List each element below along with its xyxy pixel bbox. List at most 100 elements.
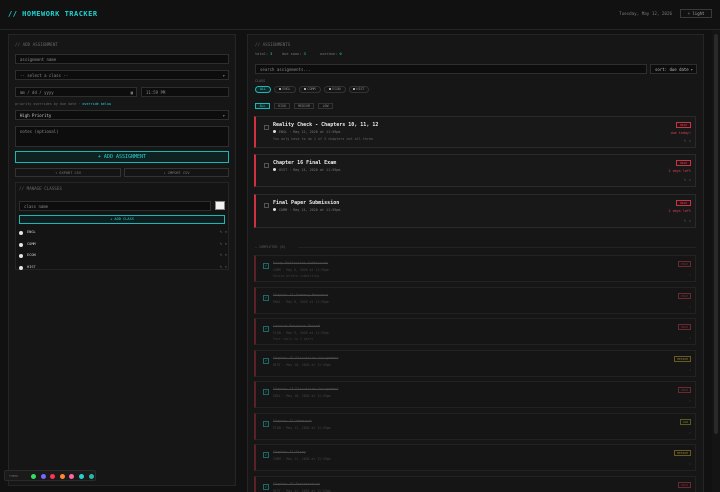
assignments-heading: // ASSIGNMENTS	[255, 42, 291, 47]
completed-heading[interactable]: — COMPLETED (8)	[255, 245, 286, 249]
checked-checkbox[interactable]: ✓	[263, 452, 269, 458]
class-filter-pill[interactable]: COMM	[299, 86, 321, 93]
delete-icon[interactable]: ✕	[689, 218, 691, 223]
completed-card: ✓ Chapter 10 Presentation HIST · May 11, 2…	[254, 475, 696, 492]
class-name-input[interactable]: class name	[19, 201, 211, 211]
priority-badge: HIGH	[676, 200, 691, 206]
class-filter-label: COMM	[307, 87, 316, 91]
priority-filter-tag[interactable]: ALL	[255, 103, 270, 109]
priority-filter-tag[interactable]: HIGH	[274, 103, 290, 109]
completed-meta: HIST · May 11, 2026 at 11:59pm	[273, 488, 331, 492]
priority-hint: priority overrides by due date · overrid…	[15, 102, 111, 106]
priority-badge: HIGH	[677, 261, 691, 267]
completed-divider	[298, 247, 696, 248]
notes-textarea[interactable]: notes (optional)	[15, 126, 229, 147]
due-date-input[interactable]: mm / dd / yyyy ▦	[15, 87, 137, 97]
checked-checkbox[interactable]: ✓	[263, 263, 269, 269]
theme-color-swatch[interactable]	[59, 474, 65, 479]
delete-icon[interactable]: ✕	[689, 399, 691, 403]
checked-checkbox[interactable]: ✓	[263, 483, 269, 490]
scrollbar-thumb[interactable]	[714, 34, 718, 434]
assignment-meta: ENGL · May 12, 2026 at 11:59pm	[273, 130, 340, 134]
priority-badge: HIGH	[677, 324, 691, 330]
theme-color-swatch[interactable]	[40, 474, 46, 479]
priority-filter-label: HIGH	[278, 104, 286, 108]
complete-checkbox[interactable]	[264, 203, 269, 208]
stat-total-label: total:	[255, 52, 268, 56]
completed-title: Chapter 15 Discussion Assignment	[273, 355, 339, 360]
priority-select[interactable]: High Priority ▾	[15, 110, 229, 120]
assignment-meta-text: COMM · May 14, 2026 at 11:59pm	[279, 208, 341, 212]
completed-meta: ENGL · May 10, 2026 at 11:59pm	[273, 394, 331, 398]
add-class-button[interactable]: + ADD CLASS	[19, 215, 225, 224]
delete-icon[interactable]: ✕	[225, 229, 227, 234]
stat-overdue-label: overdue:	[320, 52, 338, 56]
override-link[interactable]: override below	[82, 102, 111, 106]
assignment-card: Final Paper Submission COMM · May 14, 202…	[254, 194, 696, 228]
class-filter-pill[interactable]: ENGL	[274, 86, 296, 93]
stat-overdue: overdue: 0	[320, 52, 342, 56]
delete-icon[interactable]: ✕	[689, 177, 691, 182]
checked-checkbox[interactable]: ✓	[263, 357, 269, 364]
class-actions: ✎ ✕	[220, 264, 227, 269]
theme-color-swatch[interactable]	[31, 474, 36, 479]
calendar-icon[interactable]: ▦	[131, 88, 133, 97]
assignment-meta: HIST · May 14, 2026 at 11:59pm	[273, 168, 340, 172]
delete-icon[interactable]: ✕	[689, 273, 691, 277]
class-filter-pill[interactable]: ECON	[324, 86, 346, 93]
card-actions: ✎ ✕	[684, 177, 691, 182]
class-list-item: COMM ✎ ✕	[19, 241, 227, 249]
search-input[interactable]: search assignments...	[255, 64, 647, 74]
checked-checkbox[interactable]: ✓	[263, 326, 269, 332]
complete-checkbox[interactable]	[264, 163, 269, 168]
class-color-dot	[273, 130, 276, 133]
chevron-down-icon: ▾	[690, 67, 693, 72]
completed-meta: COMM · May 6, 2026 at 11:59pm	[273, 268, 329, 272]
import-csv-button[interactable]: ↓ IMPORT CSV	[124, 168, 229, 177]
class-filter-pill[interactable]: ALL	[255, 86, 271, 93]
theme-toggle-button[interactable]: ☼ light	[680, 9, 712, 18]
checked-checkbox[interactable]: ✓	[263, 389, 269, 395]
card-actions: ✕	[689, 462, 691, 466]
completed-card: ✓ Essay Reflection Submission COMM · May 6…	[254, 255, 696, 282]
checked-checkbox[interactable]: ✓	[263, 420, 269, 427]
priority-badge: HIGH	[677, 481, 691, 488]
delete-icon[interactable]: ✕	[225, 252, 227, 257]
export-csv-button[interactable]: ↑ EXPORT CSV	[15, 168, 121, 177]
complete-checkbox[interactable]	[264, 125, 269, 130]
delete-icon[interactable]: ✕	[689, 368, 691, 372]
class-actions: ✎ ✕	[220, 252, 227, 257]
priority-filter-tag[interactable]: MEDIUM	[294, 103, 314, 109]
due-time-input[interactable]: 11:59 PM	[141, 87, 229, 97]
delete-icon[interactable]: ✕	[225, 264, 227, 269]
sort-select[interactable]: sort: due date ▾	[650, 64, 697, 74]
priority-badge: HIGH	[677, 387, 691, 393]
completed-title: Lecture Response Posted	[273, 324, 320, 328]
priority-filter-tag[interactable]: LOW	[318, 103, 333, 109]
delete-icon[interactable]: ✕	[689, 336, 691, 340]
class-filter-pill[interactable]: HIST	[349, 86, 369, 93]
delete-icon[interactable]: ✕	[689, 431, 691, 435]
assignment-name-input[interactable]: assignment name	[15, 54, 229, 64]
priority-badge: HIGH	[676, 122, 691, 128]
stat-total: total: 3	[255, 52, 272, 56]
theme-color-swatch[interactable]	[50, 474, 56, 479]
theme-color-swatch[interactable]	[79, 474, 84, 479]
class-filter-label: HIST	[356, 87, 365, 91]
delete-icon[interactable]: ✕	[689, 462, 691, 466]
app-header: // HOMEWORK TRACKER Tuesday, May 12, 202…	[0, 0, 720, 30]
completed-title: Chapter 11 Essay	[273, 450, 306, 454]
theme-color-swatch[interactable]	[69, 474, 75, 479]
assignment-title: Reality Check - Chapters 10, 11, 12	[273, 122, 379, 128]
delete-icon[interactable]: ✕	[689, 138, 691, 143]
checked-checkbox[interactable]: ✓	[263, 294, 269, 301]
class-color-dot	[19, 254, 23, 258]
class-name: ENGL	[27, 230, 36, 234]
class-select[interactable]: -- select a class -- ▾	[15, 70, 229, 80]
add-assignment-button[interactable]: + ADD ASSIGNMENT	[15, 151, 229, 163]
sort-select-value: sort: due date	[655, 67, 689, 72]
delete-icon[interactable]: ✕	[225, 241, 227, 246]
class-color-picker[interactable]	[215, 201, 225, 210]
theme-color-swatch[interactable]	[88, 474, 94, 479]
delete-icon[interactable]: ✕	[689, 305, 691, 309]
